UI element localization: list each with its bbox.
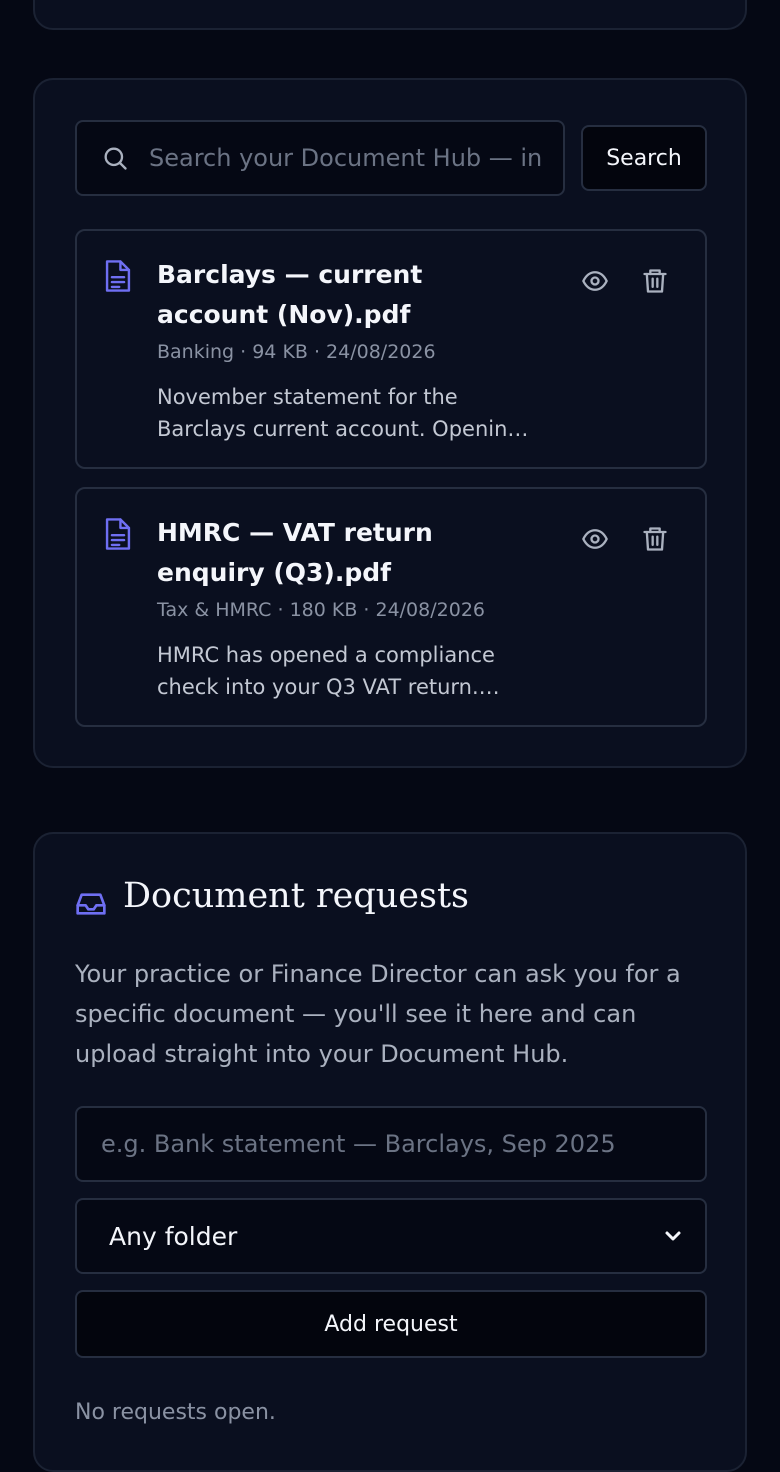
document-meta: Banking · 94 KB · 24/08/2026 [157,341,436,363]
view-button[interactable] [579,523,611,555]
view-button[interactable] [579,265,611,297]
document-description: November statement for the Barclays curr… [157,385,521,441]
trash-icon [643,269,667,293]
section-description: Your practice or Finance Director can as… [75,960,681,1068]
search-input[interactable] [149,122,541,194]
folder-select[interactable]: Any folder [75,1198,707,1274]
request-name-input[interactable] [75,1106,707,1182]
inbox-icon [76,893,106,915]
eye-icon [582,529,608,549]
delete-button[interactable] [639,523,671,555]
document-icon [105,260,131,292]
trash-icon [643,527,667,551]
search-button[interactable]: Search [581,125,707,191]
search-box [75,120,565,196]
section-title: Document requests [123,876,470,916]
document-title[interactable]: Barclays — current account (Nov).pdf [157,255,537,335]
document-meta: Tax & HMRC · 180 KB · 24/08/2026 [157,599,485,621]
document-item[interactable]: Barclays — current account (Nov).pdf Ban… [75,229,707,469]
eye-icon [582,271,608,291]
document-icon [105,518,131,550]
chevron-down-icon [665,1231,681,1241]
document-requests-card: Document requests Your practice or Finan… [33,832,747,1472]
document-description: HMRC has opened a compliance check into … [157,643,495,699]
folder-select-value: Any folder [109,1221,238,1251]
document-item[interactable]: HMRC — VAT return enquiry (Q3).pdf Tax &… [75,487,707,727]
search-icon [104,147,127,170]
empty-state-text: No requests open. [75,1400,276,1425]
document-hub-card: Search Barclays — current account (Nov).… [33,78,747,768]
add-request-button[interactable]: Add request [75,1290,707,1358]
document-title[interactable]: HMRC — VAT return enquiry (Q3).pdf [157,513,537,593]
delete-button[interactable] [639,265,671,297]
previous-card [33,0,747,30]
